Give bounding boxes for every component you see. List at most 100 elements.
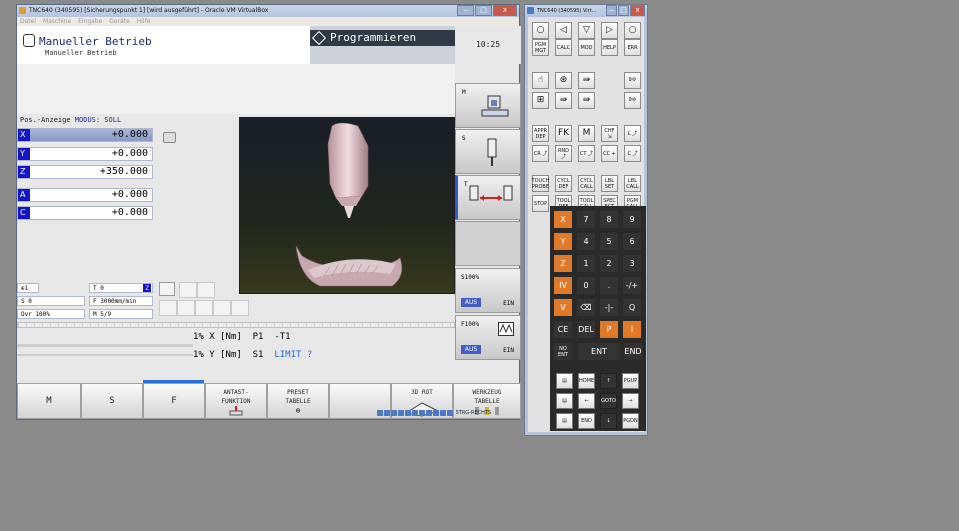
- softkey-m[interactable]: M: [17, 383, 81, 419]
- key-row3-0[interactable]: ☝: [532, 72, 549, 89]
- edit-key-0-3[interactable]: PGUP: [622, 373, 639, 389]
- key-row7-2[interactable]: CYCL CALL: [578, 175, 595, 192]
- side-softkey-t[interactable]: T: [455, 175, 521, 220]
- spindle-ein-button[interactable]: EIN: [503, 300, 514, 307]
- key-row5-4[interactable]: L ⤴: [624, 125, 641, 142]
- spindle-override[interactable]: S100% AUS EIN: [455, 268, 521, 313]
- numpad-key-4-1[interactable]: ⌫: [577, 299, 595, 316]
- edit-key-2-3[interactable]: PGDN: [622, 413, 639, 429]
- side-softkey-m[interactable]: M: [455, 83, 521, 128]
- kb-minimize-button[interactable]: ‒: [606, 5, 617, 16]
- feed-override[interactable]: F100% AUS EIN: [455, 315, 521, 360]
- numpad-key-5-0[interactable]: CE: [554, 321, 572, 338]
- key-row7-0[interactable]: TOUCH PROBE: [532, 175, 549, 192]
- key-row2-3[interactable]: HELP: [601, 39, 618, 56]
- key-row4-1[interactable]: ⇛: [555, 92, 572, 109]
- minimize-button[interactable]: ‒: [457, 5, 474, 16]
- spindle-aus-button[interactable]: AUS: [461, 298, 481, 307]
- numpad-key-1-1[interactable]: 4: [577, 233, 595, 250]
- key-row6-1[interactable]: RND ⤴: [555, 145, 572, 162]
- edit-key-0-2[interactable]: ↑: [600, 373, 617, 389]
- key-row7-1[interactable]: CYCL DEF: [555, 175, 572, 192]
- numpad-key-1-3[interactable]: 6: [623, 233, 641, 250]
- edit-key-0-0[interactable]: ▤: [556, 373, 573, 389]
- key-nav_keys-1[interactable]: ◁: [555, 22, 572, 39]
- key-row7-3[interactable]: LBL SET: [601, 175, 618, 192]
- feed-ein-button[interactable]: EIN: [503, 347, 514, 354]
- softkey-f[interactable]: F: [143, 383, 205, 419]
- programming-mode-tab[interactable]: Programmieren: [310, 26, 455, 64]
- numpad-key-0-3[interactable]: 9: [623, 211, 641, 228]
- key-row7-4[interactable]: LBL CALL: [624, 175, 641, 192]
- numpad-key-2-3[interactable]: 3: [623, 255, 641, 272]
- edit-key-1-1[interactable]: ←: [578, 393, 595, 409]
- softkey-antastfunktion[interactable]: ANTAST- FUNKTION: [205, 383, 267, 419]
- numpad-key-5-3[interactable]: I: [623, 321, 641, 338]
- edit-key-1-3[interactable]: →: [622, 393, 639, 409]
- numpad-key-3-2[interactable]: .: [600, 277, 618, 294]
- key-row2-1[interactable]: CALC: [555, 39, 572, 56]
- numpad-key-1-0[interactable]: Y: [554, 233, 572, 250]
- softkey-s[interactable]: S: [81, 383, 143, 419]
- key-row5-2[interactable]: M: [578, 125, 595, 142]
- key-row3-1[interactable]: ⊛: [555, 72, 572, 89]
- kb-maximize-button[interactable]: □: [618, 5, 629, 16]
- numpad-key-0-2[interactable]: 8: [600, 211, 618, 228]
- numpad-key-4-2[interactable]: -|-: [600, 299, 618, 316]
- feed-aus-button[interactable]: AUS: [461, 345, 481, 354]
- numpad-key-3-3[interactable]: -/+: [623, 277, 641, 294]
- menu-hilfe[interactable]: Hilfe: [137, 18, 151, 25]
- key-row2-0[interactable]: PGM MGT: [532, 39, 549, 56]
- edit-key-1-2[interactable]: GOTO: [600, 393, 617, 409]
- key-row3-4[interactable]: ⇰: [624, 72, 641, 89]
- key-row2-2[interactable]: MOD: [578, 39, 595, 56]
- edit-key-0-1[interactable]: HOME: [578, 373, 595, 389]
- key-row6-4[interactable]: C ⤴: [624, 145, 641, 162]
- edit-key-2-0[interactable]: ▤: [556, 413, 573, 429]
- numpad-key-3-1[interactable]: 0: [577, 277, 595, 294]
- key-row6-2[interactable]: CT ⤴: [578, 145, 595, 162]
- menu-geraete[interactable]: Geräte: [109, 18, 130, 25]
- 3d-machine-view[interactable]: [239, 117, 455, 294]
- key-row3-2[interactable]: ⇛: [578, 72, 595, 89]
- numpad-key-5-2[interactable]: P: [600, 321, 618, 338]
- side-softkey-s[interactable]: S: [455, 129, 521, 174]
- key-row5-0[interactable]: APPR DEP: [532, 125, 549, 142]
- numpad-key-4-3[interactable]: Q: [623, 299, 641, 316]
- menu-eingabe[interactable]: Eingabe: [78, 18, 102, 25]
- key-row4-2[interactable]: ⇛: [578, 92, 595, 109]
- key-row5-1[interactable]: FK: [555, 125, 572, 142]
- key-row2-4[interactable]: ERR: [624, 39, 641, 56]
- numpad-key-2-0[interactable]: Z: [554, 255, 572, 272]
- numpad-key-0-1[interactable]: 7: [577, 211, 595, 228]
- numpad-key-6-2[interactable]: END: [624, 343, 642, 360]
- softkey-preset-tabelle[interactable]: PRESET TABELLE ⊕: [267, 383, 329, 419]
- numpad-key-2-2[interactable]: 2: [600, 255, 618, 272]
- kb-close-button[interactable]: x: [630, 5, 645, 16]
- numpad-key-6-0[interactable]: NO ENT: [554, 343, 572, 360]
- key-row6-3[interactable]: CC +: [601, 145, 618, 162]
- title-bar[interactable]: TNC640 (340595) [Sicherungspunkt 1] [wir…: [17, 5, 519, 17]
- numpad-key-1-2[interactable]: 5: [600, 233, 618, 250]
- key-row5-3[interactable]: CHF ⇲: [601, 125, 618, 142]
- key-row4-0[interactable]: ⊞: [532, 92, 549, 109]
- menu-maschine[interactable]: Maschine: [43, 18, 71, 25]
- close-button[interactable]: x: [493, 5, 517, 16]
- key-row8-0[interactable]: STOP: [532, 195, 549, 212]
- maximize-button[interactable]: □: [475, 5, 492, 16]
- key-nav_keys-4[interactable]: ○: [624, 22, 641, 39]
- edit-key-2-1[interactable]: END: [578, 413, 595, 429]
- key-row6-0[interactable]: CR ⤴: [532, 145, 549, 162]
- numpad-key-4-0[interactable]: V: [554, 299, 572, 316]
- numpad-key-6-1[interactable]: ENT: [578, 343, 620, 360]
- numpad-key-0-0[interactable]: X: [554, 211, 572, 228]
- numpad-key-2-1[interactable]: 1: [577, 255, 595, 272]
- key-nav_keys-3[interactable]: ▷: [601, 22, 618, 39]
- key-nav_keys-2[interactable]: ▽: [578, 22, 595, 39]
- edit-key-1-0[interactable]: ▤: [556, 393, 573, 409]
- key-row4-4[interactable]: ⇰: [624, 92, 641, 109]
- menu-datei[interactable]: Datei: [20, 18, 36, 25]
- key-nav_keys-0[interactable]: ○: [532, 22, 549, 39]
- numpad-key-5-1[interactable]: DEL: [577, 321, 595, 338]
- edit-key-2-2[interactable]: ↓: [600, 413, 617, 429]
